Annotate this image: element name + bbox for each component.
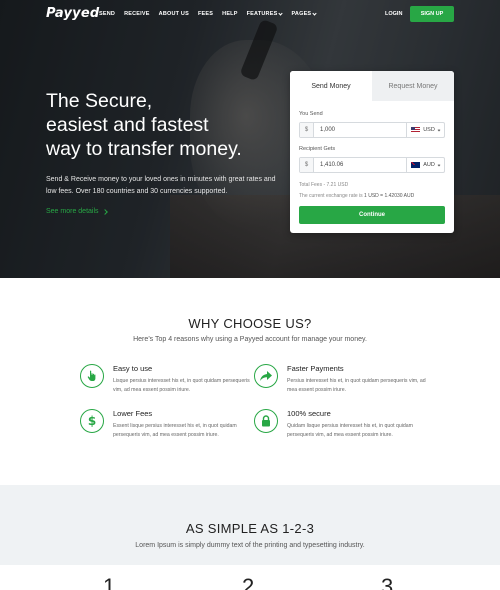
- lock-icon: [254, 409, 278, 433]
- hand-pointer-icon: [80, 364, 104, 388]
- nav-pages-label: PAGES: [291, 11, 312, 17]
- simple-steps-title: AS SIMPLE AS 1-2-3: [185, 521, 315, 536]
- you-send-amount-input[interactable]: 1,000: [314, 123, 406, 137]
- recipient-gets-field: $ 1,410.06 AUD: [299, 157, 445, 173]
- nav-receive[interactable]: RECEIVE: [124, 11, 150, 17]
- feature-text: Lisque persius interesset his et, in quo…: [113, 378, 250, 393]
- recipient-amount-input[interactable]: 1,410.06: [314, 158, 406, 172]
- feature-title: Faster Payments: [287, 364, 344, 373]
- feature-text: Quidam lisque persius interesset his et,…: [287, 423, 414, 438]
- tab-send-money[interactable]: Send Money: [290, 71, 372, 101]
- hero-section: Payyed SEND RECEIVE ABOUT US FEES HELP F…: [0, 0, 500, 278]
- signup-button[interactable]: SIGN UP: [410, 6, 454, 22]
- feature-text: Essent lisque persius interesset his et,…: [113, 423, 237, 438]
- feature-title: 100% secure: [287, 409, 331, 418]
- money-transfer-form: Send Money Request Money You Send $ 1,00…: [290, 71, 454, 233]
- nav-features-label: FEATURES: [246, 11, 278, 17]
- tab-request-money[interactable]: Request Money: [372, 71, 454, 101]
- feature-text: Persius interesset his et, in quot quida…: [287, 378, 426, 393]
- chevron-down-icon: [437, 128, 441, 131]
- hero-title-line-3: way to transfer money.: [46, 138, 242, 160]
- login-link[interactable]: LOGIN: [385, 11, 402, 17]
- exchange-rate-text: The current exchange rate is 1 USD = 1.4…: [299, 193, 414, 199]
- step-number-3: 3: [381, 574, 394, 590]
- form-tabs: Send Money Request Money: [290, 71, 454, 101]
- simple-steps-subtitle: Lorem Ipsum is simply dummy text of the …: [135, 542, 365, 549]
- dollar-icon: $: [80, 409, 104, 433]
- nav-fees[interactable]: FEES: [198, 11, 213, 17]
- continue-button[interactable]: Continue: [299, 206, 445, 224]
- hero-description: Send & Receive money to your loved ones …: [46, 176, 276, 195]
- nav-send[interactable]: SEND: [99, 11, 115, 17]
- you-send-currency-code: USD: [423, 127, 435, 133]
- feature-title: Easy to use: [113, 364, 153, 373]
- hero-title: The Secure, easiest and fastest way to t…: [46, 89, 286, 161]
- logo[interactable]: Payyed: [46, 6, 99, 21]
- why-choose-us-subtitle: Here’s Top 4 reasons why using a Payyed …: [133, 336, 367, 343]
- total-fees-text: Total Fees - 7.21 USD: [299, 182, 349, 188]
- hero-title-line-1: The Secure,: [46, 90, 153, 112]
- see-more-link[interactable]: See more details: [46, 208, 108, 215]
- chevron-down-icon: [437, 163, 441, 166]
- exchange-rate-value: 1 USD = 1.42030 AUD: [364, 193, 415, 199]
- chevron-right-icon: [101, 208, 108, 215]
- main-menu: SEND RECEIVE ABOUT US FEES HELP FEATURES…: [99, 10, 325, 17]
- exchange-rate-prefix: The current exchange rate is: [299, 193, 363, 199]
- au-flag-icon: [411, 162, 421, 168]
- us-flag-icon: [411, 127, 421, 133]
- nav-pages-dropdown[interactable]: PAGES: [291, 10, 317, 17]
- share-arrow-icon: [254, 364, 278, 388]
- you-send-currency-select[interactable]: USD: [406, 123, 444, 137]
- step-number-1: 1: [103, 574, 116, 590]
- nav-features-dropdown[interactable]: FEATURES: [246, 10, 284, 17]
- feature-title: Lower Fees: [113, 409, 153, 418]
- recipient-gets-label: Recipient Gets: [299, 146, 336, 152]
- nav-about-us[interactable]: ABOUT US: [159, 11, 189, 17]
- chevron-down-icon: [278, 10, 284, 16]
- nav-help[interactable]: HELP: [222, 11, 237, 17]
- step-number-2: 2: [242, 574, 255, 590]
- top-navbar: Payyed SEND RECEIVE ABOUT US FEES HELP F…: [0, 0, 500, 28]
- you-send-field: $ 1,000 USD: [299, 122, 445, 138]
- hero-title-line-2: easiest and fastest: [46, 114, 209, 136]
- see-more-label: See more details: [46, 208, 99, 215]
- chevron-down-icon: [312, 10, 317, 16]
- recipient-currency-symbol: $: [300, 158, 314, 172]
- you-send-label: You Send: [299, 111, 323, 117]
- why-choose-us-title: WHY CHOOSE US?: [188, 316, 312, 331]
- you-send-currency-symbol: $: [300, 123, 314, 137]
- recipient-currency-code: AUD: [423, 162, 435, 168]
- recipient-currency-select[interactable]: AUD: [406, 158, 444, 172]
